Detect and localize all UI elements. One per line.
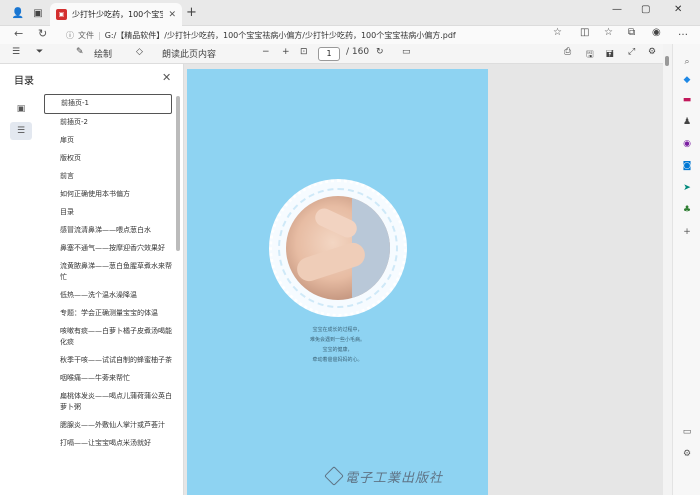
- poem-line: 牵动着爸爸妈妈的心。: [312, 357, 363, 363]
- file-label: 文件: [78, 30, 94, 40]
- page-scrollbar[interactable]: [663, 44, 672, 495]
- new-tab-button[interactable]: +: [186, 5, 197, 20]
- page-total: / 160: [346, 47, 370, 57]
- toc-item[interactable]: 流黄脓鼻涕——葱白鱼腥草煮水来帮忙: [44, 258, 176, 287]
- zoom-out-button[interactable]: −: [262, 47, 270, 57]
- save-as-icon[interactable]: 🖬: [606, 47, 614, 63]
- thumbnails-icon[interactable]: ▣: [10, 100, 32, 118]
- close-tab-icon[interactable]: ✕: [168, 10, 176, 20]
- tag-icon[interactable]: ◆: [681, 74, 693, 86]
- toc-item[interactable]: 咳嗽有痰——白萝卜橘子皮煮汤喝能化痰: [44, 323, 176, 352]
- settings-gear-icon[interactable]: ⚙: [648, 47, 656, 57]
- minimize-button[interactable]: —: [612, 4, 622, 15]
- toc-list: 前插页-1 前插页-2 扉页 版权页 前言 如何正确使用本书偏方 目录 感冒流清鼻涕——喂点葱…: [44, 94, 176, 495]
- rotate-icon[interactable]: ↻: [376, 47, 384, 57]
- page-number-input[interactable]: 1: [318, 47, 340, 61]
- more-menu-icon[interactable]: …: [678, 27, 688, 38]
- toc-item[interactable]: 咽喉痛——牛蒡来帮忙: [44, 370, 176, 388]
- poem-line: 宝宝的健康，: [322, 347, 353, 353]
- close-sidebar-icon[interactable]: ✕: [162, 71, 171, 84]
- send-icon[interactable]: ➤: [681, 182, 693, 194]
- zoom-in-button[interactable]: +: [282, 47, 290, 57]
- refresh-icon[interactable]: ↻: [38, 27, 47, 40]
- favorites-icon[interactable]: ☆: [604, 27, 613, 38]
- profile-avatar-icon[interactable]: ◉: [652, 27, 661, 38]
- split-screen-icon[interactable]: ◫: [580, 27, 589, 38]
- search-icon[interactable]: ⌕: [681, 56, 693, 68]
- publisher-logo: [324, 466, 344, 486]
- back-icon[interactable]: ←: [14, 27, 23, 40]
- address-bar: ← ↻ ⓘ 文件 | G:/【精品软件】/少打针少吃药，100个宝宝祛病小偏方/…: [0, 26, 700, 44]
- read-aloud-button[interactable]: 朗读此页内容: [162, 47, 216, 60]
- pdf-toolbar: ☰ ⏷ ✎ 绘制 ◇ 朗读此页内容 − + ⊡ 1 / 160 ↻ ▭ ⎙ 🖫 …: [0, 44, 663, 64]
- eraser-icon[interactable]: ◇: [136, 47, 143, 57]
- person-icon[interactable]: ♟: [681, 116, 693, 128]
- toc-item[interactable]: 感冒流清鼻涕——喂点葱白水: [44, 222, 176, 240]
- tab-actions-icon[interactable]: ▣: [30, 5, 46, 21]
- contents-icon[interactable]: ☰: [12, 47, 20, 57]
- outline-icon[interactable]: ☰: [10, 122, 32, 140]
- print-icon[interactable]: ⎙: [564, 47, 571, 57]
- outlook-icon[interactable]: ◙: [681, 160, 693, 172]
- save-icon[interactable]: 🖫: [586, 47, 594, 63]
- publisher-name: 電子工業出版社: [345, 471, 444, 486]
- toc-item[interactable]: 腮腺炎——外敷仙人掌汁或芦荟汁: [44, 417, 176, 435]
- favorite-star-icon[interactable]: ☆: [553, 27, 562, 38]
- url-separator: |: [98, 30, 101, 40]
- office-icon[interactable]: ◉: [681, 138, 693, 150]
- toc-item[interactable]: 前插页-1: [44, 94, 172, 114]
- toc-item[interactable]: 专题：学会正确测量宝宝的体温: [44, 305, 176, 323]
- pdf-viewer: 宝宝在成长的过程中， 难免会遇到一些小毛病。 宝宝的健康， 牵动着爸爸妈妈的心。…: [184, 64, 663, 495]
- profile-icon[interactable]: 👤: [10, 5, 26, 21]
- toc-item[interactable]: 打嗝——让宝宝喝点米汤就好: [44, 435, 176, 453]
- fit-page-icon[interactable]: ⊡: [300, 47, 308, 57]
- pdf-page: 宝宝在成长的过程中， 难免会遇到一些小毛病。 宝宝的健康， 牵动着爸爸妈妈的心。…: [187, 69, 488, 495]
- tab-title: 少打针少吃药，100个宝宝祛病小: [72, 10, 164, 19]
- title-bar: 👤 ▣ ▣ 少打针少吃药，100个宝宝祛病小 ✕ + — ▢ ✕: [0, 0, 700, 26]
- cover-poem: 宝宝在成长的过程中， 难免会遇到一些小毛病。 宝宝的健康， 牵动着爸爸妈妈的心。: [187, 325, 488, 365]
- baby-belly-photo: [286, 196, 390, 300]
- filter-icon[interactable]: ⏷: [36, 47, 43, 57]
- toc-item[interactable]: 如何正确使用本书偏方: [44, 186, 176, 204]
- maximize-button[interactable]: ▢: [641, 4, 650, 15]
- sidebar-title: 目录: [14, 76, 34, 87]
- tree-icon[interactable]: ♣: [681, 204, 693, 216]
- toc-item[interactable]: 鼻塞不通气——按摩迎香穴效果好: [44, 240, 176, 258]
- toc-item[interactable]: 低热——洗个温水澡降温: [44, 287, 176, 305]
- draw-label[interactable]: 绘制: [94, 47, 112, 60]
- cover-medallion: [269, 179, 407, 317]
- sidebar-scrollbar[interactable]: [176, 96, 180, 251]
- toc-item[interactable]: 前言: [44, 168, 176, 186]
- toc-item[interactable]: 秋季干咳——试试自制的蜂蜜柚子茶: [44, 352, 176, 370]
- toc-item[interactable]: 扉页: [44, 132, 176, 150]
- toc-item[interactable]: 版权页: [44, 150, 176, 168]
- fullscreen-icon[interactable]: ⤢: [628, 47, 635, 57]
- edge-sidebar: ⌕ ◆ ▬ ♟ ◉ ◙ ➤ ♣ + ▭ ⚙: [672, 44, 700, 495]
- toc-sidebar: 目录 ✕ ▣ ☰ 前插页-1 前插页-2 扉页 版权页 前言 如何正确使用本书偏方 目录 感冒…: [0, 64, 184, 495]
- toc-item[interactable]: 前插页-2: [44, 114, 176, 132]
- layout-icon[interactable]: ▭: [681, 426, 693, 438]
- toc-item[interactable]: 目录: [44, 204, 176, 222]
- poem-line: 难免会遇到一些小毛病。: [309, 337, 365, 343]
- url-field[interactable]: ⓘ 文件 | G:/【精品软件】/少打针少吃药，100个宝宝祛病小偏方/少打针少…: [66, 27, 566, 43]
- toolbox-icon[interactable]: ▬: [681, 94, 693, 106]
- add-icon[interactable]: +: [681, 226, 693, 238]
- settings-icon[interactable]: ⚙: [681, 448, 693, 460]
- collections-icon[interactable]: ⧉: [628, 27, 635, 38]
- pdf-icon: ▣: [56, 9, 67, 20]
- tab-pdf[interactable]: ▣ 少打针少吃药，100个宝宝祛病小 ✕: [50, 3, 182, 26]
- page-scrollbar-thumb[interactable]: [665, 56, 669, 66]
- page-view-icon[interactable]: ▭: [402, 47, 411, 57]
- file-info-icon[interactable]: ⓘ: [66, 30, 74, 41]
- toc-item[interactable]: 扁桃体发炎——喝点儿蒲荷蒲公英白萝卜粥: [44, 388, 176, 417]
- sidebar-rail: ▣ ☰: [10, 100, 32, 144]
- draw-icon[interactable]: ✎: [76, 47, 84, 57]
- close-window-button[interactable]: ✕: [674, 4, 682, 15]
- poem-line: 宝宝在成长的过程中，: [312, 327, 363, 333]
- url-text: G:/【精品软件】/少打针少吃药，100个宝宝祛病小偏方/少打针少吃药，100个…: [104, 30, 456, 40]
